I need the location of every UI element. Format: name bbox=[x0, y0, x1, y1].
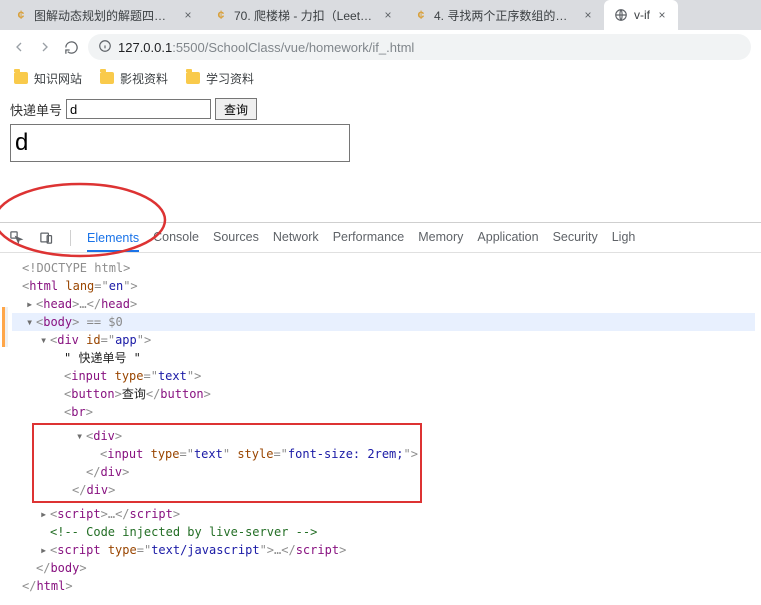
address-bar[interactable]: 127.0.0.1:5500/SchoolClass/vue/homework/… bbox=[88, 34, 751, 60]
dom-line[interactable]: <html lang="en"> bbox=[12, 277, 755, 295]
browser-tab-3[interactable]: v-if × bbox=[604, 0, 678, 30]
separator bbox=[70, 230, 71, 246]
devtools-tab-elements[interactable]: Elements bbox=[87, 231, 139, 252]
back-button[interactable] bbox=[10, 38, 28, 56]
dom-line[interactable]: </div> bbox=[34, 463, 420, 481]
bookmark-label: 影视资料 bbox=[120, 70, 168, 87]
leetcode-favicon-icon: ¢ bbox=[14, 8, 28, 22]
dom-line[interactable]: </body> bbox=[12, 559, 755, 577]
browser-tab-strip: ¢ 图解动态规划的解题四步骤（C+ × ¢ 70. 爬楼梯 - 力扣（LeetC… bbox=[0, 0, 761, 30]
dom-line[interactable]: <!-- Code injected by live-server --> bbox=[12, 523, 755, 541]
devtools-tab-sources[interactable]: Sources bbox=[213, 230, 259, 246]
info-icon[interactable] bbox=[98, 39, 112, 56]
tab-title: 70. 爬楼梯 - 力扣（LeetCode） bbox=[234, 7, 376, 24]
query-button[interactable]: 查询 bbox=[215, 98, 257, 120]
devtools-tab-application[interactable]: Application bbox=[477, 230, 538, 246]
bookmark-label: 学习资料 bbox=[206, 70, 254, 87]
dom-line[interactable]: ▾<div id="app"> bbox=[12, 331, 755, 349]
forward-button[interactable] bbox=[36, 38, 54, 56]
devtools-tab-console[interactable]: Console bbox=[153, 230, 199, 246]
folder-icon bbox=[100, 72, 114, 84]
page-content: 快递单号 查询 bbox=[0, 92, 761, 222]
inspect-icon[interactable] bbox=[8, 230, 24, 246]
close-icon[interactable]: × bbox=[382, 9, 394, 21]
folder-icon bbox=[14, 72, 28, 84]
bookmark-item-0[interactable]: 知识网站 bbox=[14, 70, 82, 87]
close-icon[interactable]: × bbox=[182, 9, 194, 21]
devtools-tab-security[interactable]: Security bbox=[553, 230, 598, 246]
devtools-tab-performance[interactable]: Performance bbox=[333, 230, 405, 246]
url-text: 127.0.0.1:5500/SchoolClass/vue/homework/… bbox=[118, 40, 414, 55]
close-icon[interactable]: × bbox=[582, 9, 594, 21]
devtools-tab-memory[interactable]: Memory bbox=[418, 230, 463, 246]
dom-line[interactable]: <!DOCTYPE html> bbox=[12, 259, 755, 277]
devtools-toolbar: Elements Console Sources Network Perform… bbox=[0, 223, 761, 253]
close-icon[interactable]: × bbox=[656, 9, 668, 21]
leetcode-favicon-icon: ¢ bbox=[414, 8, 428, 22]
tracking-input[interactable] bbox=[66, 99, 211, 119]
dom-line[interactable]: <input type="text" style="font-size: 2re… bbox=[34, 445, 420, 463]
devtools-tab-lighthouse[interactable]: Ligh bbox=[612, 230, 636, 246]
browser-tab-0[interactable]: ¢ 图解动态规划的解题四步骤（C+ × bbox=[4, 0, 204, 30]
dom-line-selected[interactable]: ▾<body> == $0 bbox=[12, 313, 755, 331]
dom-line[interactable]: <br> bbox=[12, 403, 755, 421]
bookmark-label: 知识网站 bbox=[34, 70, 82, 87]
dom-line[interactable]: <button>查询</button> bbox=[12, 385, 755, 403]
browser-tab-1[interactable]: ¢ 70. 爬楼梯 - 力扣（LeetCode） × bbox=[204, 0, 404, 30]
bookmark-item-2[interactable]: 学习资料 bbox=[186, 70, 254, 87]
folder-icon bbox=[186, 72, 200, 84]
bookmarks-bar: 知识网站 影视资料 学习资料 bbox=[0, 64, 761, 92]
dom-line[interactable]: </div> bbox=[34, 481, 420, 499]
tab-title: 4. 寻找两个正序数组的中位数 - bbox=[434, 7, 576, 24]
dom-line[interactable]: ▾<div> bbox=[34, 427, 420, 445]
dom-line[interactable]: ▸<script type="text/javascript">…</scrip… bbox=[12, 541, 755, 559]
browser-tab-2[interactable]: ¢ 4. 寻找两个正序数组的中位数 - × bbox=[404, 0, 604, 30]
device-toggle-icon[interactable] bbox=[38, 230, 54, 246]
dom-line[interactable]: " 快递单号 " bbox=[12, 349, 755, 367]
result-input[interactable] bbox=[10, 124, 350, 162]
reload-button[interactable] bbox=[62, 38, 80, 56]
dom-line[interactable]: ▸<script>…</script> bbox=[12, 505, 755, 523]
tab-title: v-if bbox=[634, 8, 650, 22]
dom-line[interactable]: </html> bbox=[12, 577, 755, 595]
bookmark-item-1[interactable]: 影视资料 bbox=[100, 70, 168, 87]
devtools-panel: Elements Console Sources Network Perform… bbox=[0, 222, 761, 605]
dom-line[interactable]: <input type="text"> bbox=[12, 367, 755, 385]
tracking-label: 快递单号 bbox=[10, 100, 62, 119]
elements-tree[interactable]: <!DOCTYPE html> <html lang="en"> ▸<head>… bbox=[0, 253, 761, 605]
browser-toolbar: 127.0.0.1:5500/SchoolClass/vue/homework/… bbox=[0, 30, 761, 64]
devtools-tab-network[interactable]: Network bbox=[273, 230, 319, 246]
tab-title: 图解动态规划的解题四步骤（C+ bbox=[34, 7, 176, 24]
leetcode-favicon-icon: ¢ bbox=[214, 8, 228, 22]
dom-line[interactable]: ▸<head>…</head> bbox=[12, 295, 755, 313]
annotation-box: ▾<div> <input type="text" style="font-si… bbox=[32, 423, 422, 503]
globe-favicon-icon bbox=[614, 8, 628, 22]
